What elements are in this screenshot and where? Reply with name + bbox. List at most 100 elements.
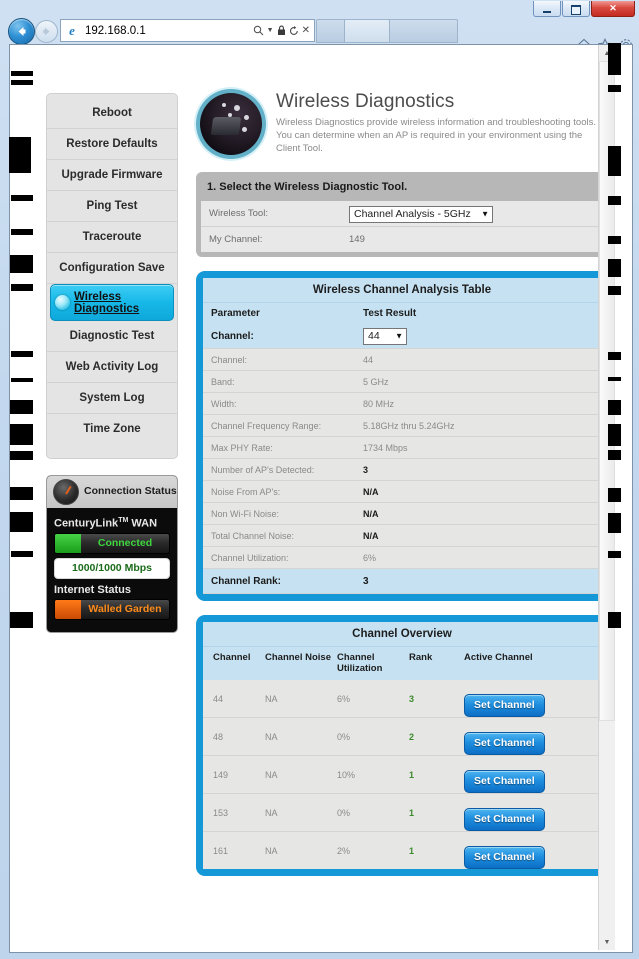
analysis-value: N/A (363, 508, 379, 519)
sidebar-item-label: Upgrade Firmware (61, 169, 163, 181)
title-bar: ✕ (0, 0, 639, 17)
sidebar-item-label: Reboot (92, 107, 132, 119)
my-channel-label: My Channel: (209, 234, 263, 245)
chevron-down-icon[interactable]: ▼ (267, 27, 274, 34)
wan-label: CenturyLinkTM WAN (54, 517, 170, 530)
address-bar[interactable]: e 192.168.0.1 ▼ ✕ (60, 19, 315, 42)
sidebar-item-label: Wireless Diagnostics (74, 290, 140, 315)
sidebar-item-label: System Log (79, 392, 145, 404)
sidebar-item-label: Time Zone (83, 423, 141, 435)
analysis-row: Total Channel Noise: N/A (203, 525, 601, 547)
sidebar-item-web-activity-log[interactable]: Web Activity Log (47, 352, 177, 383)
minimize-button[interactable] (533, 1, 561, 17)
set-channel-button[interactable]: Set Channel (464, 770, 545, 793)
cell-action: Set Channel (464, 725, 601, 755)
sidebar-item-diagnostic-test[interactable]: Diagnostic Test (47, 321, 177, 352)
sidebar-item-label: Restore Defaults (66, 138, 158, 150)
analysis-key: Total Channel Noise: (211, 530, 295, 541)
new-tab-button[interactable] (344, 19, 390, 43)
page-description: Wireless Diagnostics provide wireless in… (276, 117, 596, 154)
analysis-key: Channel Utilization: (211, 552, 289, 563)
analysis-row: Band: 5 GHz (203, 371, 601, 393)
sidebar-item-traceroute[interactable]: Traceroute (47, 222, 177, 253)
back-button[interactable] (8, 18, 35, 45)
set-channel-button[interactable]: Set Channel (464, 732, 545, 755)
page-viewport: Reboot Restore Defaults Upgrade Firmware… (9, 44, 633, 953)
cell-rank: 1 (409, 807, 415, 818)
internet-status-badge: Walled Garden (54, 598, 170, 620)
window-controls: ✕ (533, 1, 635, 17)
lock-icon (277, 25, 285, 35)
cell-noise: NA (265, 769, 278, 780)
sidebar-item-restore-defaults[interactable]: Restore Defaults (47, 129, 177, 160)
sidebar-item-time-zone[interactable]: Time Zone (47, 414, 177, 444)
analysis-row: Max PHY Rate: 1734 Mbps (203, 437, 601, 459)
sidebar-item-label: Configuration Save (59, 262, 165, 274)
cell-rank: 3 (409, 693, 415, 704)
device-glyph (210, 117, 242, 135)
wireless-tool-select[interactable]: Channel Analysis - 5GHz (349, 205, 493, 223)
sidebar-item-ping-test[interactable]: Ping Test (47, 191, 177, 222)
refresh-icon[interactable] (289, 25, 299, 36)
cell-noise: NA (265, 693, 278, 704)
cell-noise: NA (265, 807, 278, 818)
stop-icon[interactable]: ✕ (302, 25, 310, 36)
table-row: 149 NA 10% 1 Set Channel (203, 756, 601, 794)
sidebar-item-wireless-diagnostics[interactable]: Wireless Diagnostics (50, 284, 174, 321)
analysis-row: Noise From AP's: N/A (203, 481, 601, 503)
connection-status-header: Connection Status (47, 476, 177, 508)
sidebar-item-label: Diagnostic Test (69, 330, 155, 342)
router-admin-page: Reboot Restore Defaults Upgrade Firmware… (10, 45, 615, 950)
page-header-text: Wireless Diagnostics Wireless Diagnostic… (276, 89, 608, 155)
set-channel-button[interactable]: Set Channel (464, 808, 545, 831)
internet-status-text: Walled Garden (88, 603, 162, 616)
analysis-row: Channel: 44 (203, 349, 601, 371)
page-title: Wireless Diagnostics (276, 91, 455, 112)
url-text[interactable]: 192.168.0.1 (81, 25, 253, 37)
cell-utilization: 2% (337, 845, 351, 856)
channel-rank-label: Channel Rank: (211, 575, 282, 587)
wan-status-badge: Connected (54, 532, 170, 554)
channel-select[interactable]: 44 (363, 327, 407, 345)
decor-dot (242, 127, 247, 132)
cell-channel: 153 (213, 807, 229, 818)
set-channel-button[interactable]: Set Channel (464, 694, 545, 717)
my-channel-value: 149 (349, 234, 365, 245)
maximize-button[interactable] (562, 1, 590, 17)
cell-action: Set Channel (464, 687, 601, 717)
analysis-row: Number of AP's Detected: 3 (203, 459, 601, 481)
analysis-row: Non Wi-Fi Noise: N/A (203, 503, 601, 525)
analysis-key: Band: (211, 376, 235, 387)
sidebar-item-system-log[interactable]: System Log (47, 383, 177, 414)
close-button[interactable]: ✕ (591, 1, 635, 17)
navigation-bar: e 192.168.0.1 ▼ ✕ (0, 16, 639, 52)
sidebar-item-upgrade-firmware[interactable]: Upgrade Firmware (47, 160, 177, 191)
analysis-value: 5 GHz (363, 376, 389, 387)
internet-status-label: Internet Status (54, 583, 132, 596)
sidebar-menu: Reboot Restore Defaults Upgrade Firmware… (46, 93, 178, 459)
sidebar-item-reboot[interactable]: Reboot (47, 98, 177, 129)
column-parameter: Parameter (211, 308, 260, 319)
cell-action: Set Channel (464, 839, 601, 869)
wan-speed-badge: 1000/1000 Mbps (54, 557, 170, 579)
sidebar-item-configuration-save[interactable]: Configuration Save (47, 253, 177, 284)
channel-select-label: Channel: (211, 330, 254, 342)
set-channel-button[interactable]: Set Channel (464, 846, 545, 869)
channel-select-wrap: 44 ▼ (363, 327, 407, 345)
wan-status-text: Connected (97, 537, 153, 550)
scroll-down-arrow[interactable]: ▼ (599, 934, 615, 950)
analysis-table-header: Parameter Test Result (203, 302, 601, 324)
page-header: Wireless Diagnostics Wireless Diagnostic… (196, 89, 608, 159)
wan-brand: CenturyLink (54, 517, 119, 530)
search-icon[interactable] (253, 25, 264, 36)
wan-suffix: WAN (131, 517, 158, 530)
cell-channel: 161 (213, 845, 229, 856)
decor-dot (228, 113, 232, 117)
forward-button[interactable] (35, 20, 58, 43)
address-bar-icons: ▼ ✕ (253, 25, 314, 36)
cell-utilization: 10% (337, 769, 356, 780)
minimize-icon (543, 10, 551, 13)
cell-channel: 149 (213, 769, 229, 780)
channel-overview-title: Channel Overview (203, 622, 601, 646)
analysis-key: Noise From AP's: (211, 486, 281, 497)
